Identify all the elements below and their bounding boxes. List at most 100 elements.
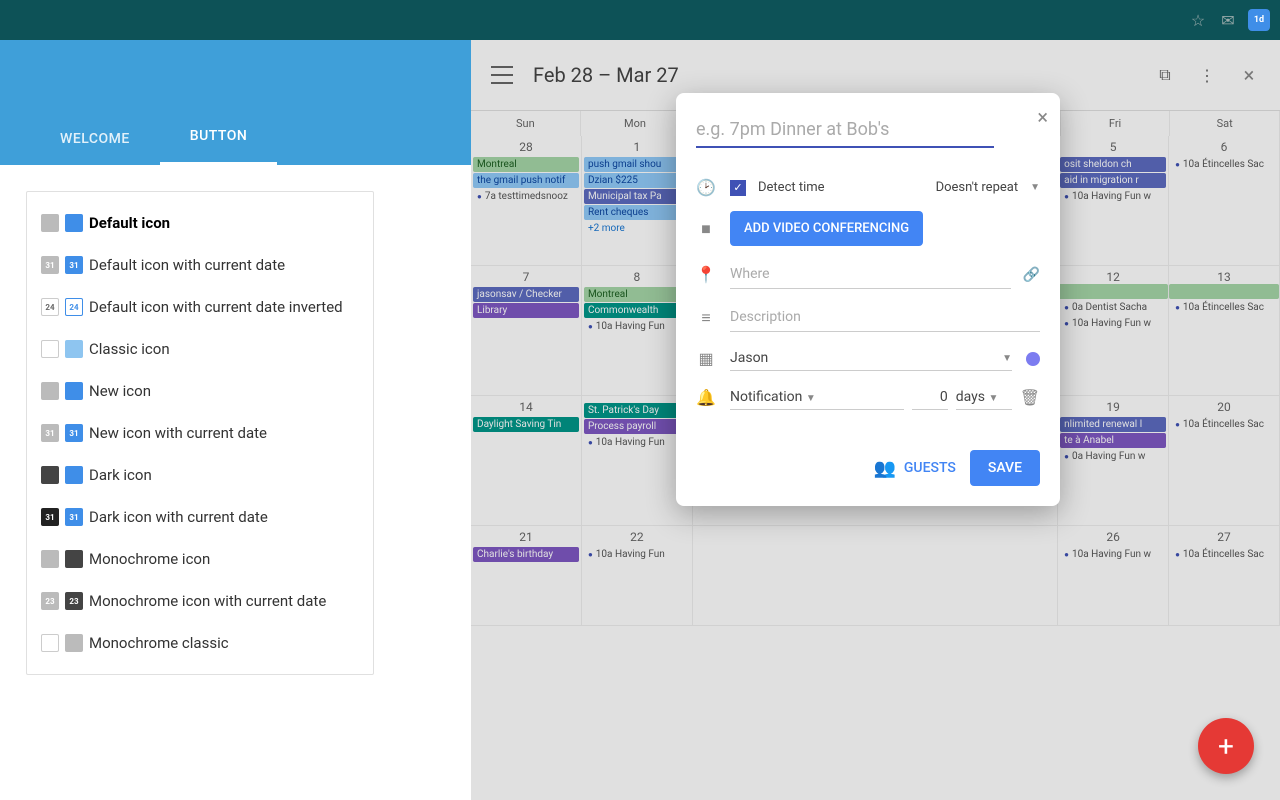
add-event-fab[interactable]: + (1198, 718, 1254, 774)
location-input[interactable] (730, 260, 1011, 289)
notification-type-select[interactable]: Notification ▼ (730, 385, 904, 410)
event[interactable]: Montreal (584, 287, 690, 302)
event[interactable]: te à Anabel (1060, 433, 1166, 448)
settings-panel: WELCOME BUTTON Default icon 31 31 Defaul… (0, 40, 471, 800)
event[interactable]: 0a Dentist Sacha (1060, 300, 1166, 315)
more-events-link[interactable]: +2 more (584, 221, 690, 236)
event[interactable]: 10a Having Fun (584, 435, 690, 450)
event[interactable]: St. Patrick's Day (584, 403, 690, 418)
event[interactable]: Commonwealth (584, 303, 690, 318)
icon-option-classic[interactable]: Classic icon (27, 328, 373, 370)
day-cell[interactable]: 19 nlimited renewal l te à Anabel 0a Hav… (1058, 396, 1169, 525)
icon-option-dark[interactable]: Dark icon (27, 454, 373, 496)
day-cell[interactable]: 5 osit sheldon ch aid in migration r 10a… (1058, 136, 1169, 265)
calendar-icon (65, 634, 83, 652)
calendar-icon: 31 (41, 256, 59, 274)
day-cell[interactable]: 27 10a Étincelles Sac (1169, 526, 1280, 625)
day-cell[interactable]: 14 Daylight Saving Tin (471, 396, 582, 525)
event[interactable]: jasonsav / Checker (473, 287, 579, 302)
day-cell[interactable]: 6 10a Étincelles Sac (1169, 136, 1280, 265)
tab-button[interactable]: BUTTON (160, 110, 278, 165)
event[interactable]: Daylight Saving Tin (473, 417, 579, 432)
event[interactable]: osit sheldon ch (1060, 157, 1166, 172)
event[interactable]: push gmail shou (584, 157, 690, 172)
day-cell[interactable]: 28 Montreal the gmail push notif 7a test… (471, 136, 582, 265)
event-title-input[interactable] (696, 113, 994, 148)
detect-time-checkbox[interactable]: ✓ (730, 180, 746, 196)
calendar-icon (65, 340, 83, 358)
event[interactable]: 10a Étincelles Sac (1171, 300, 1277, 315)
event[interactable]: Rent cheques (584, 205, 690, 220)
close-icon[interactable]: × (1238, 64, 1260, 86)
icon-option-default-date-inv[interactable]: 24 24 Default icon with current date inv… (27, 286, 373, 328)
event[interactable]: 10a Having Fun w (1060, 189, 1166, 204)
chevron-down-icon: ▼ (1030, 182, 1040, 193)
clock-icon: 🕑 (696, 178, 716, 197)
add-video-conferencing-button[interactable]: ADD VIDEO CONFERENCING (730, 211, 923, 246)
description-input[interactable] (730, 303, 1040, 332)
guests-button[interactable]: 👥 GUESTS (873, 458, 955, 479)
event[interactable]: aid in migration r (1060, 173, 1166, 188)
calendar-icon (41, 550, 59, 568)
repeat-select[interactable]: Doesn't repeat (936, 180, 1019, 195)
calendar-icon: 31 (65, 424, 83, 442)
event[interactable]: Process payroll (584, 419, 690, 434)
calendar-icon: 23 (41, 592, 59, 610)
event[interactable]: 7a testtimedsnooz (473, 189, 579, 204)
notification-value-input[interactable]: 0 (912, 385, 948, 410)
icon-option-mono[interactable]: Monochrome icon (27, 538, 373, 580)
event[interactable]: nlimited renewal l (1060, 417, 1166, 432)
event[interactable]: Montreal (473, 157, 579, 172)
mail-icon[interactable]: ✉ (1218, 10, 1238, 30)
calendar-week: 21 Charlie's birthday 22 10a Having Fun … (471, 526, 1280, 626)
create-event-dialog: × 🕑 ✓ Detect time Doesn't repeat ▼ ■ ADD… (676, 93, 1060, 506)
icon-option-new-date[interactable]: 31 31 New icon with current date (27, 412, 373, 454)
event[interactable] (1058, 284, 1168, 299)
icon-option-new[interactable]: New icon (27, 370, 373, 412)
star-icon[interactable]: ☆ (1188, 10, 1208, 30)
link-icon[interactable]: 🔗 (1023, 267, 1040, 283)
event[interactable]: 10a Étincelles Sac (1171, 157, 1277, 172)
event[interactable]: 0a Having Fun w (1060, 449, 1166, 464)
save-button[interactable]: SAVE (970, 450, 1040, 486)
event[interactable]: 10a Étincelles Sac (1171, 547, 1277, 562)
day-cell[interactable]: 26 10a Having Fun w (1058, 526, 1169, 625)
detect-time-label: Detect time (758, 180, 924, 195)
event[interactable]: Dzian $225 (584, 173, 690, 188)
icon-option-list: Default icon 31 31 Default icon with cur… (26, 191, 374, 675)
event[interactable]: 10a Having Fun w (1060, 316, 1166, 331)
icon-option-dark-date[interactable]: 31 31 Dark icon with current date (27, 496, 373, 538)
overflow-menu-icon[interactable]: ⋮ (1196, 64, 1218, 86)
day-cell[interactable]: 22 10a Having Fun (582, 526, 693, 625)
event[interactable]: 10a Having Fun (584, 319, 690, 334)
calendar-icon (41, 340, 59, 358)
open-in-new-icon[interactable]: ⧉ (1154, 64, 1176, 86)
calendar-icon (41, 466, 59, 484)
day-cell[interactable]: 21 Charlie's birthday (471, 526, 582, 625)
icon-option-default-date[interactable]: 31 31 Default icon with current date (27, 244, 373, 286)
close-icon[interactable]: × (1037, 105, 1048, 129)
trash-icon[interactable]: 🗑 (1020, 388, 1040, 407)
event[interactable]: Municipal tax Pa (584, 189, 690, 204)
event[interactable] (1169, 284, 1279, 299)
day-cell[interactable]: 13 10a Étincelles Sac (1169, 266, 1280, 395)
event[interactable]: Charlie's birthday (473, 547, 579, 562)
calendar-icon (65, 214, 83, 232)
event[interactable]: the gmail push notif (473, 173, 579, 188)
extension-icon[interactable]: 1d (1248, 9, 1270, 31)
notification-unit-select[interactable]: days ▼ (956, 385, 1012, 410)
event[interactable]: 10a Étincelles Sac (1171, 417, 1277, 432)
day-cell[interactable]: 7 jasonsav / Checker Library (471, 266, 582, 395)
tab-welcome[interactable]: WELCOME (30, 113, 160, 165)
icon-option-mono-date[interactable]: 23 23 Monochrome icon with current date (27, 580, 373, 622)
event[interactable]: 10a Having Fun (584, 547, 690, 562)
menu-icon[interactable] (491, 66, 513, 84)
event[interactable]: Library (473, 303, 579, 318)
calendar-color-dot[interactable] (1026, 352, 1040, 366)
icon-option-mono-classic[interactable]: Monochrome classic (27, 622, 373, 664)
day-cell[interactable]: 20 10a Étincelles Sac (1169, 396, 1280, 525)
calendar-select[interactable]: Jason ▼ (730, 346, 1012, 371)
icon-option-default[interactable]: Default icon (27, 202, 373, 244)
day-cell[interactable]: 12 0a Dentist Sacha 10a Having Fun w (1058, 266, 1169, 395)
event[interactable]: 10a Having Fun w (1060, 547, 1166, 562)
